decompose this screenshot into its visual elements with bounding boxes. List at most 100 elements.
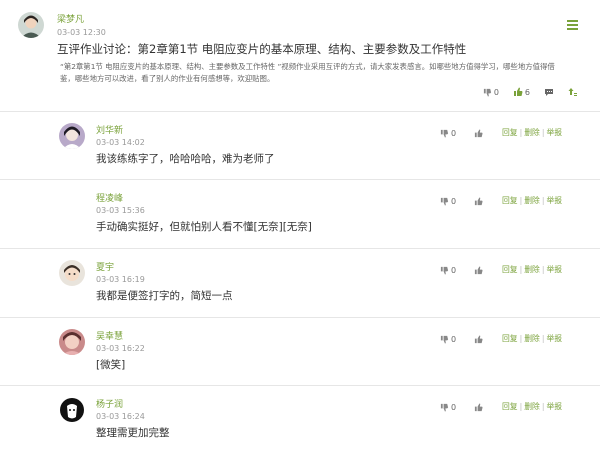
thumbs-up-icon — [474, 265, 483, 274]
post-author[interactable]: 梁梦凡 — [57, 15, 84, 26]
comment-time: 03-03 14:02 — [96, 138, 145, 147]
dislike-button[interactable]: 0 — [483, 88, 499, 97]
post-description: “第2章第1节 电阻应变片的基本原理、结构、主要参数及工作特性 ”视频作业采用互… — [60, 62, 555, 83]
link-divider: | — [541, 334, 545, 343]
comment-author[interactable]: 刘华新 — [96, 126, 123, 137]
comment-time: 03-03 16:19 — [96, 275, 145, 284]
thumbs-up-icon — [474, 196, 483, 205]
comment-actions: 0 — [440, 127, 483, 139]
thumbs-down-icon — [440, 335, 449, 344]
like-button[interactable] — [474, 402, 483, 412]
link-divider: | — [541, 402, 545, 411]
comment-text: 我该练练字了，哈哈哈哈，难为老师了 — [96, 153, 275, 165]
comment-author[interactable]: 程凌峰 — [96, 194, 123, 205]
reply-link[interactable]: 回复 — [502, 128, 518, 137]
dislike-count: 0 — [451, 265, 457, 275]
dislike-button[interactable]: 0 — [440, 266, 456, 275]
comment-actions: 0 — [440, 264, 483, 276]
delete-link[interactable]: 删除 — [524, 265, 540, 274]
comment-links: 回复 | 删除 | 举报 — [502, 127, 562, 139]
comment-author[interactable]: 杨子润 — [96, 400, 123, 411]
commenter-avatar[interactable] — [59, 397, 85, 423]
comment-links: 回复 | 删除 | 举报 — [502, 195, 562, 207]
like-button[interactable] — [474, 334, 483, 344]
comment-time: 03-03 15:36 — [96, 206, 145, 215]
commenter-avatar[interactable] — [59, 191, 85, 217]
comment-links: 回复 | 删除 | 举报 — [502, 401, 562, 413]
link-divider: | — [519, 334, 523, 343]
reply-link[interactable]: 回复 — [502, 402, 518, 411]
commenter-avatar[interactable] — [59, 329, 85, 355]
link-divider: | — [519, 128, 523, 137]
author-avatar[interactable] — [18, 12, 44, 38]
like-button[interactable]: 6 — [513, 87, 530, 97]
comment-item: 程凌峰 03-03 15:36 手动确实挺好，但就怕别人看不懂[无奈][无奈] … — [0, 180, 600, 249]
report-link[interactable]: 举报 — [546, 128, 562, 137]
post-title: 互评作业讨论：第2章第1节 电阻应变片的基本原理、结构、主要参数及工作特性 — [57, 42, 467, 56]
reply-link[interactable]: 回复 — [502, 265, 518, 274]
dislike-button[interactable]: 0 — [440, 403, 456, 412]
comment-actions: 0 — [440, 195, 483, 207]
comment-icon — [545, 88, 553, 96]
delete-link[interactable]: 删除 — [524, 196, 540, 205]
reply-link[interactable]: 回复 — [502, 196, 518, 205]
link-divider: | — [519, 402, 523, 411]
comment-text: 我都是便签打字的，简短一点 — [96, 290, 233, 302]
comment-text: 手动确实挺好，但就怕别人看不懂[无奈][无奈] — [96, 221, 312, 233]
commenter-avatar[interactable] — [59, 260, 85, 286]
comment-item: 夏宇 03-03 16:19 我都是便签打字的，简短一点 0 回复 | 删除 | 举报 — [0, 249, 600, 318]
thumbs-down-icon — [440, 266, 449, 275]
like-count: 6 — [524, 87, 530, 97]
arrow-up-icon — [568, 88, 577, 96]
hamburger-menu-icon[interactable] — [567, 20, 578, 30]
like-button[interactable] — [474, 196, 483, 206]
delete-link[interactable]: 删除 — [524, 334, 540, 343]
discussion-post: 梁梦凡 03-03 12:30 互评作业讨论：第2章第1节 电阻应变片的基本原理… — [0, 0, 600, 112]
report-link[interactable]: 举报 — [546, 402, 562, 411]
comment-actions: 0 — [440, 333, 483, 345]
dislike-button[interactable]: 0 — [440, 335, 456, 344]
comment-author[interactable]: 吴幸慧 — [96, 332, 123, 343]
comment-text: [微笑] — [96, 359, 126, 371]
comment-item: 杨子润 03-03 16:24 整理需更加完整 0 回复 | 删除 | 举报 — [0, 386, 600, 450]
comment-actions: 0 — [440, 401, 483, 413]
top-button[interactable] — [568, 87, 578, 97]
comment-item: 刘华新 03-03 14:02 我该练练字了，哈哈哈哈，难为老师了 0 回复 | 删… — [0, 112, 600, 180]
delete-link[interactable]: 删除 — [524, 402, 540, 411]
like-button[interactable] — [474, 265, 483, 275]
dislike-count: 0 — [451, 402, 457, 412]
report-link[interactable]: 举报 — [546, 334, 562, 343]
dislike-button[interactable]: 0 — [440, 129, 456, 138]
link-divider: | — [541, 128, 545, 137]
report-link[interactable]: 举报 — [546, 265, 562, 274]
thumbs-down-icon — [440, 197, 449, 206]
link-divider: | — [519, 196, 523, 205]
reply-link[interactable]: 回复 — [502, 334, 518, 343]
link-divider: | — [519, 265, 523, 274]
comment-links: 回复 | 删除 | 举报 — [502, 264, 562, 276]
thumbs-up-icon — [474, 334, 483, 343]
thumbs-up-icon — [474, 128, 483, 137]
dislike-count: 0 — [493, 87, 499, 97]
thumbs-down-icon — [483, 88, 491, 97]
post-time: 03-03 12:30 — [57, 28, 106, 37]
report-link[interactable]: 举报 — [546, 196, 562, 205]
dislike-count: 0 — [451, 128, 457, 138]
dislike-button[interactable]: 0 — [440, 197, 456, 206]
like-button[interactable] — [474, 128, 483, 138]
delete-link[interactable]: 删除 — [524, 128, 540, 137]
thumbs-up-icon — [513, 87, 523, 96]
dislike-count: 0 — [451, 196, 457, 206]
thumbs-up-icon — [474, 402, 483, 411]
comment-item: 吴幸慧 03-03 16:22 [微笑] 0 回复 | 删除 | 举报 — [0, 318, 600, 386]
comment-text: 整理需更加完整 — [96, 427, 170, 439]
link-divider: | — [541, 265, 545, 274]
comment-time: 03-03 16:24 — [96, 412, 145, 421]
commenter-avatar[interactable] — [59, 123, 85, 149]
post-actions: 0 6 — [483, 86, 578, 98]
thumbs-down-icon — [440, 403, 449, 412]
comment-button[interactable] — [544, 88, 554, 97]
comment-author[interactable]: 夏宇 — [96, 263, 114, 274]
comment-links: 回复 | 删除 | 举报 — [502, 333, 562, 345]
thumbs-down-icon — [440, 129, 449, 138]
